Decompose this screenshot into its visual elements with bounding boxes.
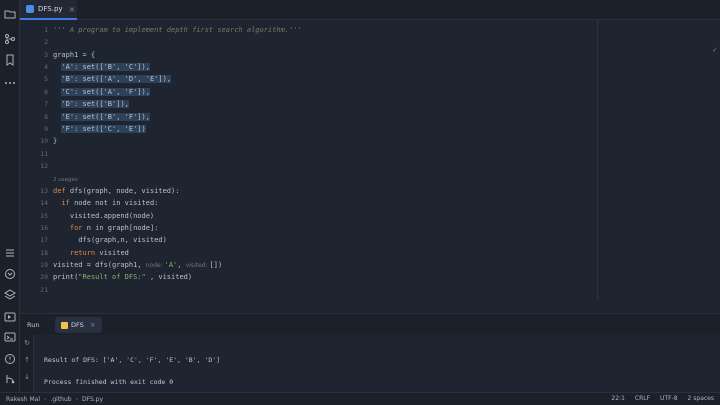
- chevron-right-icon: ›: [44, 395, 47, 403]
- code-line-16: for n in graph[node]:: [69, 224, 159, 232]
- code-editor[interactable]: 1 2 3 4 5 6 7 8 9 10 11 12 13 14 15 16 17 18 19 20 21 ✓ ''' …: [20, 20, 720, 313]
- python-console-icon[interactable]: [3, 267, 17, 281]
- code-line-4: 'A': set(['B', 'C']),: [61, 63, 150, 71]
- up-arrow-icon[interactable]: ↑: [22, 356, 32, 366]
- line-ending[interactable]: CRLF: [635, 395, 650, 402]
- line-number: 21: [40, 286, 48, 294]
- code-line-13: def dfs(graph, node, visited):: [53, 187, 180, 195]
- cursor-position[interactable]: 22:1: [611, 395, 624, 402]
- code-line-8: 'E': set(['B', 'F']),: [61, 113, 150, 121]
- line-number: 4: [44, 63, 48, 71]
- line-number: 20: [40, 273, 48, 281]
- layers-icon[interactable]: [3, 288, 17, 302]
- editor-tab-bar: DFS.py ×: [20, 0, 720, 20]
- code-line-19: visited = dfs(graph1, node: 'A', visited…: [53, 261, 223, 269]
- code-line-5: 'B': set(['A', 'D', 'E']),: [61, 75, 172, 83]
- line-number: 1: [44, 26, 48, 34]
- usages-hint[interactable]: 2 usages: [53, 177, 78, 183]
- activity-bar: [0, 0, 20, 392]
- breadcrumb-folder[interactable]: .github: [50, 396, 71, 403]
- line-number: 10: [40, 137, 48, 145]
- run-panel-header: Run DFS ×: [20, 313, 720, 335]
- line-number: 18: [40, 249, 48, 257]
- line-number: 7: [44, 100, 48, 108]
- line-number: 9: [44, 125, 48, 133]
- python-file-icon: [26, 5, 34, 13]
- code-line-15: visited.append(node): [69, 212, 155, 220]
- tab-dfs-py[interactable]: DFS.py ×: [20, 0, 77, 20]
- run-label[interactable]: Run: [27, 321, 39, 329]
- rerun-icon[interactable]: ↻: [22, 339, 32, 349]
- line-number: 6: [44, 88, 48, 96]
- down-arrow-icon[interactable]: ↓: [22, 373, 32, 383]
- line-number: 3: [44, 51, 48, 59]
- line-number: 16: [40, 224, 48, 232]
- tab-label: DFS.py: [38, 5, 63, 13]
- more-icon[interactable]: [3, 76, 17, 90]
- indent-setting[interactable]: 2 spaces: [688, 395, 714, 402]
- line-number: 13: [40, 187, 48, 195]
- code-line-14: if node not in visited:: [61, 199, 159, 207]
- line-number: 8: [44, 113, 48, 121]
- right-margin-guide: [597, 20, 598, 300]
- terminal-icon[interactable]: [3, 330, 17, 344]
- code-line-18: return visited: [69, 249, 129, 257]
- git-branch-icon[interactable]: [3, 32, 17, 46]
- inspection-icon[interactable]: ✓: [712, 46, 720, 54]
- code-line-9: 'F': set(['C', 'E']): [61, 125, 146, 133]
- line-number: 11: [40, 150, 48, 158]
- line-number-gutter: 1 2 3 4 5 6 7 8 9 10 11 12 13 14 15 16 17 18 19 20 21: [20, 20, 48, 313]
- git-icon[interactable]: [3, 372, 17, 386]
- code-line-1: ''' A program to implement depth first s…: [53, 26, 302, 34]
- code-line-3: graph1 = {: [53, 51, 96, 59]
- run-toolbar: ↻ ↑ ↓: [20, 335, 34, 392]
- line-number: 19: [40, 261, 48, 269]
- chevron-right-icon: ›: [75, 395, 78, 403]
- run-tab-dfs[interactable]: DFS ×: [55, 317, 102, 333]
- close-icon[interactable]: ×: [90, 321, 96, 329]
- code-line-6: 'C': set(['A', 'F']),: [61, 88, 150, 96]
- file-encoding[interactable]: UTF-8: [660, 395, 678, 402]
- list-icon[interactable]: [3, 246, 17, 260]
- line-number: 2: [44, 38, 48, 46]
- line-number: 12: [40, 162, 48, 170]
- code-line-10: }: [53, 137, 58, 145]
- console-output-exit: Process finished with exit code 0: [44, 378, 174, 386]
- run-console[interactable]: Result of DFS: ['A', 'C', 'F', 'E', 'B',…: [34, 335, 720, 392]
- run-icon[interactable]: [3, 310, 17, 324]
- bookmark-icon[interactable]: [3, 53, 17, 67]
- line-number: 17: [40, 236, 48, 244]
- status-bar: Rakesh Mal › .github › DFS.py 22:1 CRLF …: [0, 392, 720, 405]
- breadcrumb: Rakesh Mal › .github › DFS.py: [6, 396, 103, 403]
- status-right-group: 22:1 CRLF UTF-8 2 spaces: [611, 395, 714, 402]
- breadcrumb-file[interactable]: DFS.py: [82, 396, 103, 403]
- line-number: 5: [44, 75, 48, 83]
- console-output-result: Result of DFS: ['A', 'C', 'F', 'E', 'B',…: [44, 356, 221, 364]
- code-line-7: 'D': set(['B']),: [61, 100, 129, 108]
- code-line-17: dfs(graph,n, visited): [78, 236, 167, 244]
- run-tab-label: DFS: [71, 321, 84, 329]
- line-number: 15: [40, 212, 48, 220]
- code-line-20: print("Result of DFS:" , visited): [53, 273, 193, 281]
- parameter-hint-visited: visited:: [185, 262, 210, 269]
- breadcrumb-project[interactable]: Rakesh Mal: [6, 396, 40, 403]
- parameter-hint-node: node:: [145, 262, 165, 269]
- folder-icon[interactable]: [3, 7, 17, 21]
- close-icon[interactable]: ×: [69, 5, 76, 14]
- problems-icon[interactable]: [3, 352, 17, 366]
- python-icon: [61, 321, 68, 329]
- line-number: 14: [40, 199, 48, 207]
